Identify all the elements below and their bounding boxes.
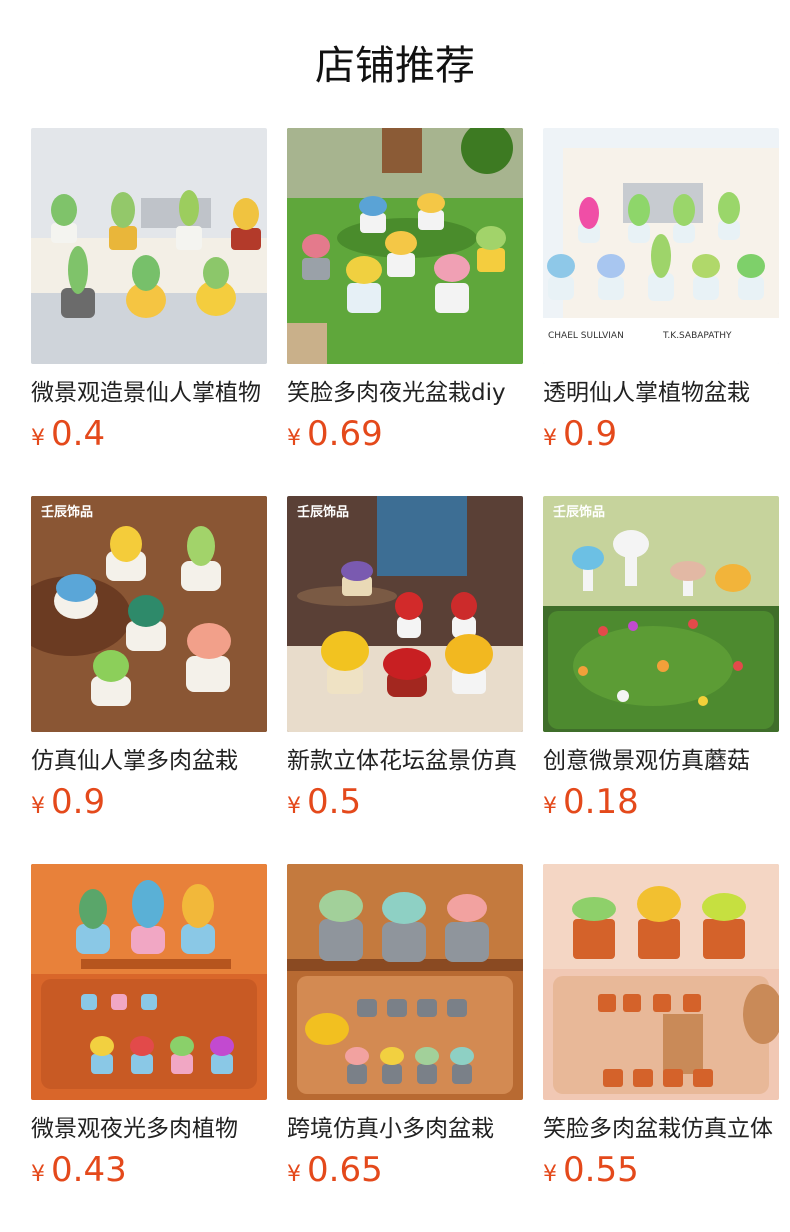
product-name[interactable]: 透明仙人掌植物盆栽 xyxy=(543,377,779,409)
product-price: ¥0.9 xyxy=(543,414,617,460)
product-price: ¥0.9 xyxy=(31,782,105,828)
product-name[interactable]: 跨境仿真小多肉盆栽 xyxy=(287,1113,523,1145)
currency-symbol: ¥ xyxy=(287,1162,301,1187)
product-price: ¥0.65 xyxy=(287,1150,383,1196)
currency-symbol: ¥ xyxy=(543,426,557,451)
product-card[interactable]: CHAEL SULLVIAN T.K.SABAPATHY 透明仙人掌植物盆栽 ¥… xyxy=(543,128,779,468)
currency-symbol: ¥ xyxy=(31,426,45,451)
price-value: 0.9 xyxy=(563,414,618,454)
product-name[interactable]: 微景观造景仙人掌植物 xyxy=(31,377,267,409)
price-value: 0.5 xyxy=(307,782,362,822)
price-value: 0.55 xyxy=(563,1150,639,1190)
product-name[interactable]: 仿真仙人掌多肉盆栽 xyxy=(31,745,267,777)
product-card[interactable]: 壬辰饰品 仿真仙人掌多肉盆栽 ¥0.9 xyxy=(31,496,267,836)
product-image-clear-cactus[interactable]: CHAEL SULLVIAN T.K.SABAPATHY xyxy=(543,128,779,364)
watermark-text: 壬辰饰品 xyxy=(553,504,605,520)
product-price: ¥0.18 xyxy=(543,782,639,828)
currency-symbol: ¥ xyxy=(287,426,301,451)
product-image-grey-pots[interactable] xyxy=(287,864,523,1100)
product-name[interactable]: 微景观夜光多肉植物 xyxy=(31,1113,267,1145)
product-name[interactable]: 笑脸多肉盆栽仿真立体 xyxy=(543,1113,779,1145)
price-value: 0.43 xyxy=(51,1150,127,1190)
currency-symbol: ¥ xyxy=(543,794,557,819)
currency-symbol: ¥ xyxy=(287,794,301,819)
price-value: 0.69 xyxy=(307,414,383,454)
watermark-text: 壬辰饰品 xyxy=(41,504,93,520)
product-image-flower-pots[interactable]: 壬辰饰品 xyxy=(287,496,523,732)
svg-text:CHAEL SULLVIAN: CHAEL SULLVIAN xyxy=(548,331,624,341)
currency-symbol: ¥ xyxy=(31,794,45,819)
product-name[interactable]: 新款立体花坛盆景仿真 xyxy=(287,745,523,777)
product-price: ¥0.43 xyxy=(31,1150,127,1196)
currency-symbol: ¥ xyxy=(31,1162,45,1187)
product-card[interactable]: 壬辰饰品 新款立体花坛盆景仿真 ¥0.5 xyxy=(287,496,523,836)
watermark-text: 壬辰饰品 xyxy=(297,504,349,520)
price-value: 0.9 xyxy=(51,782,106,822)
product-card[interactable]: 壬辰饰品 创意微景观仿真蘑菇 ¥0.18 xyxy=(543,496,779,836)
product-card[interactable]: 微景观夜光多肉植物 ¥0.43 xyxy=(31,864,267,1204)
product-name[interactable]: 创意微景观仿真蘑菇 xyxy=(543,745,779,777)
price-value: 0.18 xyxy=(563,782,639,822)
product-card[interactable]: 笑脸多肉盆栽仿真立体 ¥0.55 xyxy=(543,864,779,1204)
product-price: ¥0.5 xyxy=(287,782,361,828)
product-name[interactable]: 笑脸多肉夜光盆栽diy xyxy=(287,377,523,409)
section-title: 店铺推荐 xyxy=(315,43,475,89)
product-card[interactable]: 跨境仿真小多肉盆栽 ¥0.65 xyxy=(287,864,523,1204)
price-value: 0.4 xyxy=(51,414,106,454)
product-price: ¥0.69 xyxy=(287,414,383,460)
product-image-glow-succulents[interactable] xyxy=(31,864,267,1100)
product-image-smiley-pots[interactable] xyxy=(543,864,779,1100)
product-image-cactus-wood[interactable]: 壬辰饰品 xyxy=(31,496,267,732)
product-card[interactable]: 微景观造景仙人掌植物 ¥0.4 xyxy=(31,128,267,468)
product-image-mushrooms[interactable]: 壬辰饰品 xyxy=(543,496,779,732)
currency-symbol: ¥ xyxy=(543,1162,557,1187)
product-image-cactus-pots[interactable] xyxy=(31,128,267,364)
svg-text:T.K.SABAPATHY: T.K.SABAPATHY xyxy=(662,331,732,341)
product-price: ¥0.55 xyxy=(543,1150,639,1196)
product-card[interactable]: 笑脸多肉夜光盆栽diy ¥0.69 xyxy=(287,128,523,468)
product-image-smiley-succulents[interactable] xyxy=(287,128,523,364)
price-value: 0.65 xyxy=(307,1150,383,1190)
product-price: ¥0.4 xyxy=(31,414,105,460)
